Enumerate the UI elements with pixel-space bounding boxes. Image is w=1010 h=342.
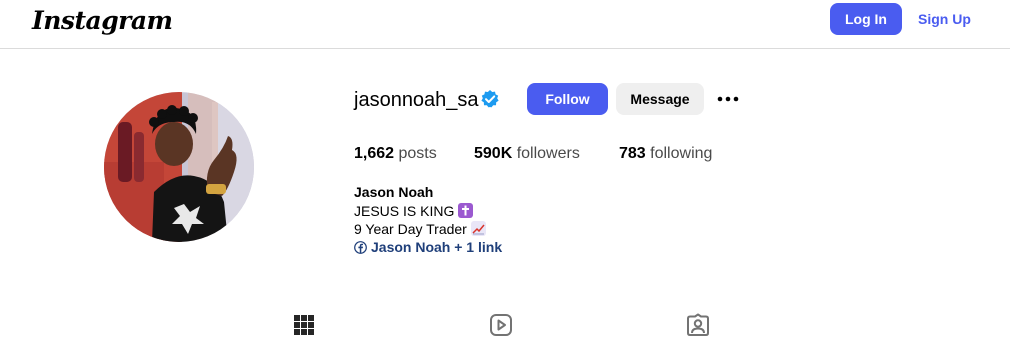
- verified-badge-icon: [480, 89, 500, 109]
- chart-increasing-emoji-icon: [470, 221, 486, 236]
- bio-text: 9 Year Day Trader: [354, 221, 467, 237]
- avatar-image: [104, 92, 254, 242]
- posts-count: 1,662: [354, 145, 395, 162]
- more-options-icon[interactable]: [714, 84, 742, 114]
- latin-cross-emoji-icon: [458, 203, 474, 218]
- link-text: Jason Noah + 1 link: [371, 239, 503, 255]
- tagged-icon[interactable]: [686, 313, 710, 337]
- followers-count: 590K: [474, 145, 513, 162]
- login-button[interactable]: Log In: [830, 3, 902, 35]
- bio-line: 9 Year Day Trader: [354, 221, 486, 237]
- grid-icon[interactable]: [292, 313, 316, 337]
- follow-button[interactable]: Follow: [527, 83, 608, 115]
- following-label: following: [650, 145, 713, 162]
- followers-label: followers: [516, 145, 580, 162]
- posts-label: posts: [398, 145, 437, 162]
- followers-stat[interactable]: 590K followers: [474, 145, 580, 163]
- signup-button[interactable]: Sign Up: [912, 3, 977, 35]
- profile-links[interactable]: Jason Noah + 1 link: [354, 239, 502, 255]
- following-count: 783: [619, 145, 646, 162]
- posts-stat: 1,662 posts: [354, 145, 437, 163]
- bio-text: JESUS IS KING: [354, 203, 455, 219]
- top-bar: Instagram Log In Sign Up: [0, 0, 1010, 49]
- profile-avatar[interactable]: [104, 92, 254, 242]
- following-stat[interactable]: 783 following: [619, 145, 712, 163]
- profile-full-name: Jason Noah: [354, 184, 434, 200]
- reels-icon[interactable]: [489, 313, 513, 337]
- bio-line: JESUS IS KING: [354, 203, 474, 219]
- profile-username: jasonnoah_sa: [354, 89, 479, 111]
- instagram-logo[interactable]: Instagram: [32, 6, 173, 35]
- facebook-icon: [354, 241, 367, 254]
- message-button[interactable]: Message: [616, 83, 704, 115]
